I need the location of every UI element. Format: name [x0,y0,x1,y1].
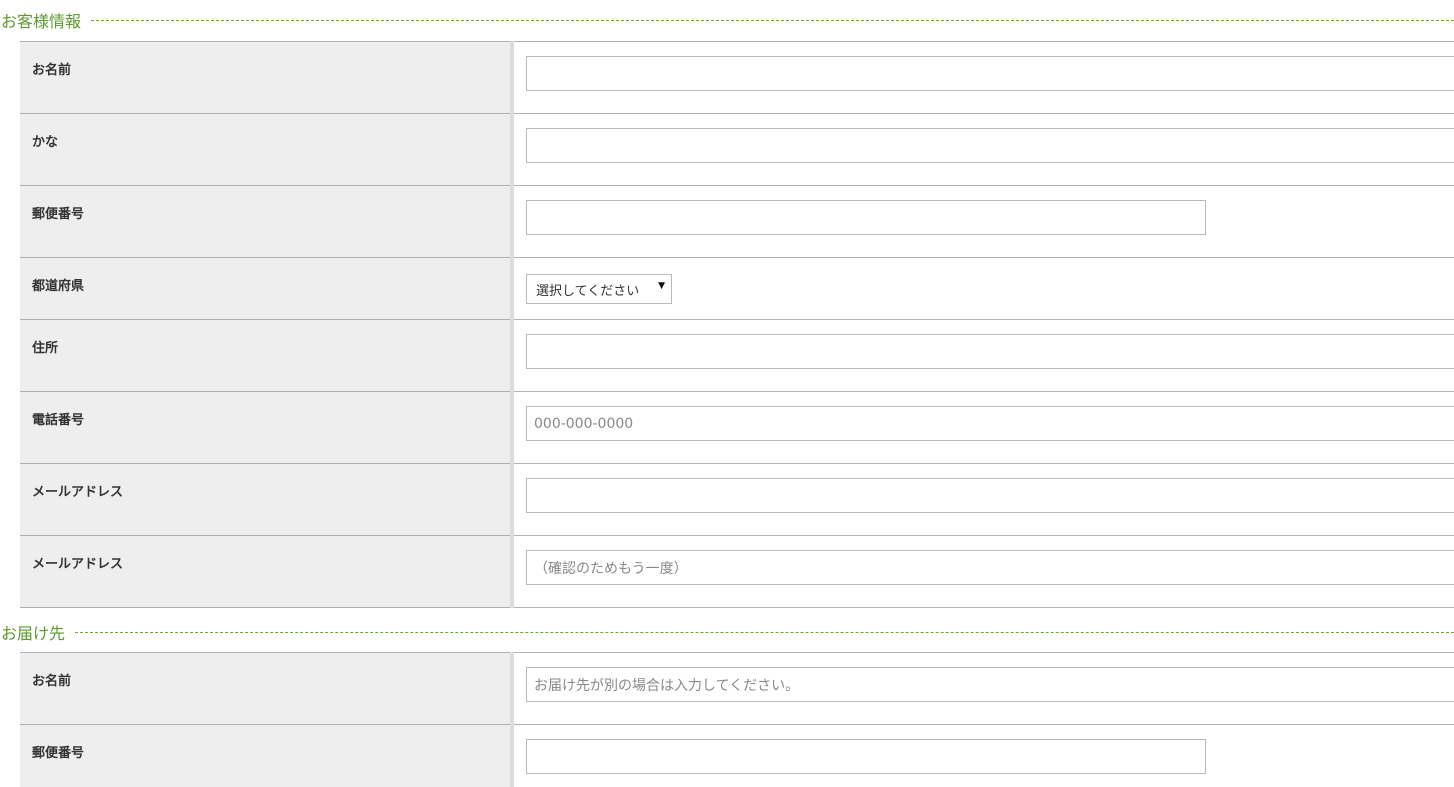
form-row-delivery-zip: 郵便番号 [20,724,1454,787]
order-form-page: お客様情報 お名前 かな 郵便番号 都道府県 選択してください ▼ 住所 電話番… [0,0,1454,787]
form-row-email: メールアドレス [20,463,1454,536]
address-input[interactable] [526,334,1454,369]
form-row-kana: かな [20,113,1454,186]
field-label: メールアドレス [20,535,514,608]
kana-input[interactable] [526,128,1454,163]
heading-divider [75,631,1454,633]
form-row-zip: 郵便番号 [20,185,1454,258]
field-label: 住所 [20,319,514,392]
form-row-name: お名前 [20,41,1454,114]
customer-info-title: お客様情報 [1,12,82,31]
field-label: お名前 [20,652,514,725]
field-label: 都道府県 [20,257,514,320]
prefecture-select-value: 選択してください [536,283,640,299]
field-label: 郵便番号 [20,185,514,258]
triangle-down-icon: ▼ [658,281,665,291]
field-label: 郵便番号 [20,724,514,787]
form-row-delivery-name: お名前 お届け先が別の場合は入力してください。 [20,652,1454,725]
form-row-address: 住所 [20,319,1454,392]
email-confirm-input[interactable]: （確認のためもう一度） [526,550,1454,585]
delivery-name-input[interactable]: お届け先が別の場合は入力してください。 [526,667,1454,702]
delivery-title: お届け先 [1,624,66,643]
heading-divider [91,19,1454,21]
prefecture-select[interactable]: 選択してください ▼ [526,274,672,304]
delivery-zip-input[interactable] [526,739,1206,774]
form-row-phone: 電話番号 000-000-0000 [20,391,1454,464]
zip-input[interactable] [526,200,1206,235]
field-label: お名前 [20,41,514,114]
form-row-prefecture: 都道府県 選択してください ▼ [20,257,1454,320]
customer-info-heading: お客様情報 [1,10,1454,31]
delivery-table: お名前 お届け先が別の場合は入力してください。 郵便番号 [20,652,1454,787]
delivery-heading: お届け先 [1,622,1454,643]
field-label: メールアドレス [20,463,514,536]
phone-input[interactable]: 000-000-0000 [526,406,1454,441]
field-label: 電話番号 [20,391,514,464]
customer-info-table: お名前 かな 郵便番号 都道府県 選択してください ▼ 住所 電話番号 000-… [20,41,1454,608]
name-input[interactable] [526,56,1454,91]
email-input[interactable] [526,478,1454,513]
form-row-email-confirm: メールアドレス （確認のためもう一度） [20,535,1454,608]
field-label: かな [20,113,514,186]
